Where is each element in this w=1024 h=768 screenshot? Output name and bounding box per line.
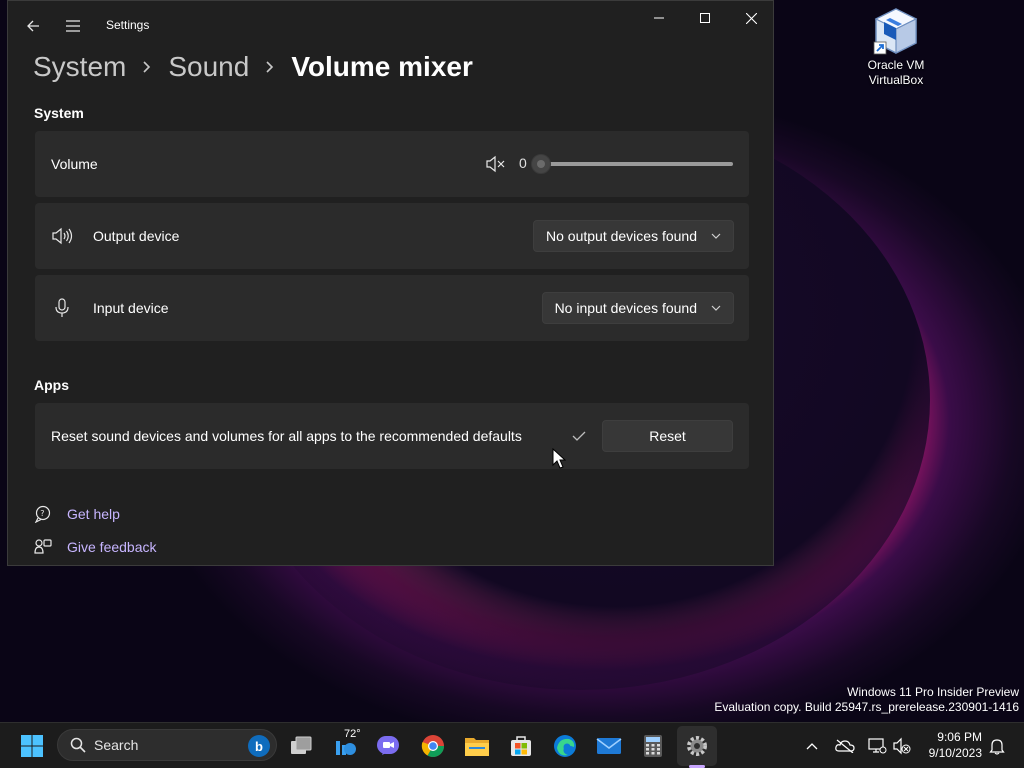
show-hidden-icons-chevron-up-icon[interactable] (801, 735, 823, 757)
onedrive-icon[interactable] (834, 735, 856, 757)
checkmark-icon (572, 431, 586, 441)
calculator-icon[interactable] (637, 730, 669, 762)
breadcrumb-sound[interactable]: Sound (168, 51, 249, 83)
weather-widget-icon[interactable]: 72° (330, 728, 362, 762)
chevron-right-icon (265, 60, 275, 74)
watermark-line-1: Windows 11 Pro Insider Preview (847, 685, 1019, 699)
output-device-selected: No output devices found (546, 228, 697, 244)
clock[interactable]: 9:06 PM 9/10/2023 (920, 729, 982, 761)
reset-button[interactable]: Reset (602, 420, 733, 452)
start-button[interactable] (16, 730, 48, 762)
navigation-menu-button[interactable] (60, 13, 86, 39)
chrome-icon[interactable] (417, 730, 449, 762)
teams-chat-icon[interactable] (372, 730, 404, 762)
volume-label: Volume (51, 156, 98, 172)
volume-card: Volume 0 (35, 131, 749, 197)
slider-thumb[interactable] (531, 154, 551, 174)
breadcrumb-volume-mixer: Volume mixer (291, 51, 473, 82)
virtualbox-icon (873, 8, 918, 55)
input-device-selected: No input devices found (554, 300, 697, 316)
back-arrow-icon (27, 20, 39, 32)
back-button[interactable] (20, 13, 46, 39)
desktop-icon-label-1: Oracle VM (867, 58, 925, 72)
notification-bell-icon[interactable] (986, 735, 1008, 757)
minimize-button[interactable] (636, 1, 682, 35)
os-watermark: Windows 11 Pro Insider Preview Evaluatio… (714, 685, 1019, 715)
watermark-line-2: Evaluation copy. Build 25947.rs_prerelea… (714, 700, 1019, 714)
mouse-cursor-icon (552, 448, 566, 469)
section-title-apps: Apps (34, 377, 69, 393)
volume-value: 0 (519, 155, 527, 171)
taskbar-search-box[interactable]: Search b (57, 729, 277, 761)
chevron-right-icon (142, 60, 152, 74)
clock-time: 9:06 PM (937, 730, 982, 744)
gear-icon (687, 736, 707, 756)
desktop-icon-virtualbox[interactable]: Oracle VM VirtualBox (860, 6, 932, 88)
section-title-system: System (34, 105, 84, 121)
reset-description: Reset sound devices and volumes for all … (51, 428, 522, 444)
task-view-icon[interactable] (285, 730, 317, 762)
input-device-label: Input device (93, 300, 169, 316)
breadcrumb: System Sound Volume mixer (33, 47, 473, 87)
output-device-card: Output device No output devices found (35, 203, 749, 269)
settings-window: Settings System Sound Volume mixer Syste… (7, 0, 774, 566)
close-icon (745, 12, 757, 24)
clock-date: 9/10/2023 (928, 746, 982, 760)
bing-icon[interactable]: b (248, 735, 270, 757)
settings-app-icon[interactable] (681, 730, 713, 762)
feedback-icon (34, 538, 52, 556)
app-title: Settings (106, 18, 150, 32)
search-placeholder: Search (94, 737, 139, 753)
microphone-icon (51, 297, 73, 319)
maximize-icon (700, 13, 710, 23)
give-feedback-label: Give feedback (67, 539, 157, 555)
taskbar: Search b 72° 9:06 PM 9/10/2023 (0, 722, 1024, 768)
search-icon (70, 737, 86, 753)
input-device-card: Input device No input devices found (35, 275, 749, 341)
chevron-down-icon (711, 233, 721, 239)
title-bar: Settings (8, 1, 773, 49)
speaker-muted-icon[interactable] (485, 155, 505, 173)
input-device-dropdown[interactable]: No input devices found (541, 292, 734, 324)
help-chat-icon: ? (34, 505, 52, 523)
file-explorer-icon[interactable] (461, 730, 493, 762)
get-help-link[interactable]: ? Get help (34, 505, 120, 523)
close-button[interactable] (728, 1, 773, 35)
output-device-dropdown[interactable]: No output devices found (533, 220, 734, 252)
desktop-icon-label-2: VirtualBox (868, 73, 924, 87)
breadcrumb-system[interactable]: System (33, 51, 126, 83)
microsoft-store-icon[interactable] (505, 730, 537, 762)
network-icon[interactable] (866, 735, 888, 757)
volume-slider[interactable] (531, 154, 733, 174)
maximize-button[interactable] (682, 1, 728, 35)
volume-muted-tray-icon[interactable] (891, 735, 913, 757)
windows-logo-icon (21, 735, 43, 757)
minimize-icon (654, 17, 664, 19)
weather-temp: 72° (344, 728, 361, 740)
hamburger-icon (66, 20, 80, 32)
svg-text:?: ? (40, 509, 44, 518)
give-feedback-link[interactable]: Give feedback (34, 538, 157, 556)
chevron-down-icon (711, 305, 721, 311)
mail-icon[interactable] (593, 730, 625, 762)
output-device-label: Output device (93, 228, 180, 244)
get-help-label: Get help (67, 506, 120, 522)
reset-card: Reset sound devices and volumes for all … (35, 403, 749, 469)
speaker-icon (51, 225, 73, 247)
slider-track (541, 162, 733, 166)
edge-icon[interactable] (549, 730, 581, 762)
